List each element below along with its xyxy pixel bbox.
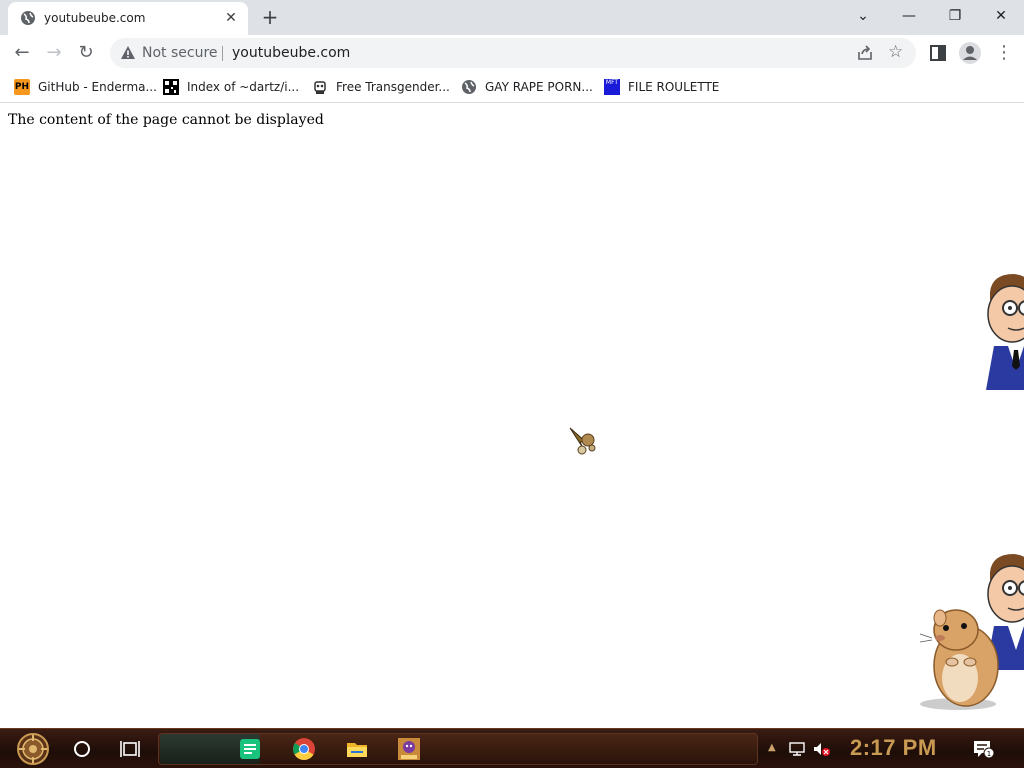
bookmark-label: Index of ~dartz/i...	[187, 80, 300, 94]
bookmark-item[interactable]: GAY RAPE PORN...	[461, 77, 593, 97]
browser-toolbar: ← → ↻ Not secure youtubeube.com ☆ ⋮	[0, 35, 1024, 71]
globe-icon	[462, 80, 476, 94]
ph-icon: PH	[14, 79, 30, 95]
restore-button[interactable]: ❐	[932, 0, 978, 32]
globe-icon	[21, 11, 35, 25]
share-icon[interactable]	[856, 44, 874, 62]
windows-taskbar: ▲ 2:17 PM 1	[0, 728, 1024, 768]
bookmark-star-icon[interactable]: ☆	[888, 42, 903, 62]
forward-button[interactable]: →	[40, 39, 68, 67]
animated-cursor-icon	[569, 427, 596, 455]
bookmark-label: FILE ROULETTE	[628, 80, 720, 94]
active-tab[interactable]: youtubeube.com ✕	[8, 2, 248, 35]
file-explorer-icon[interactable]	[345, 737, 369, 761]
cortana-search-icon[interactable]	[74, 741, 90, 757]
tab-strip: youtubeube.com ✕ + ⌄ — ❐ ✕	[0, 0, 1024, 35]
notification-count: 1	[987, 750, 991, 758]
bookmark-item[interactable]: PH GitHub - Enderma...	[14, 77, 157, 97]
chrome-icon[interactable]	[292, 737, 316, 761]
omnibox-divider	[222, 46, 223, 61]
bonzi-app-icon[interactable]	[397, 737, 421, 761]
error-message: The content of the page cannot be displa…	[8, 112, 324, 128]
mft-icon: MFT	[604, 79, 620, 95]
network-icon[interactable]	[788, 741, 806, 757]
close-window-button[interactable]: ✕	[978, 0, 1024, 32]
bookmark-label: Free Transgender...	[336, 80, 450, 94]
back-button[interactable]: ←	[8, 39, 36, 67]
minimize-button[interactable]: —	[886, 0, 932, 32]
bookmark-item[interactable]: MFT FILE ROULETTE	[604, 77, 719, 97]
hamster-sprite	[919, 609, 999, 710]
side-panel-icon[interactable]	[926, 41, 950, 65]
new-tab-button[interactable]: +	[259, 6, 281, 28]
reload-button[interactable]: ↻	[72, 39, 100, 67]
volume-muted-icon[interactable]	[812, 741, 830, 757]
start-button-icon[interactable]	[10, 732, 56, 766]
qr-icon	[163, 79, 179, 95]
task-view-icon[interactable]	[120, 739, 142, 759]
bookmark-label: GitHub - Enderma...	[38, 80, 157, 94]
page-content: The content of the page cannot be displa…	[0, 104, 1024, 728]
cartoon-man-sprite	[986, 274, 1024, 390]
chrome-menu-icon[interactable]: ⋮	[992, 41, 1016, 65]
robot-icon	[314, 81, 326, 94]
bookmark-item[interactable]: Free Transgender...	[312, 77, 450, 97]
profile-avatar-icon[interactable]	[958, 41, 982, 65]
tab-title: youtubeube.com	[44, 11, 146, 25]
tray-expand-icon[interactable]: ▲	[768, 742, 778, 756]
tab-search-button[interactable]: ⌄	[840, 0, 886, 32]
close-tab-icon[interactable]: ✕	[222, 9, 240, 27]
action-center-icon[interactable]: 1	[972, 739, 994, 759]
bookmark-label: GAY RAPE PORN...	[485, 80, 593, 94]
sticky-notes-icon[interactable]	[238, 737, 262, 761]
security-status[interactable]: Not secure	[142, 45, 218, 61]
taskbar-clock[interactable]: 2:17 PM	[850, 735, 937, 761]
bookmarks-bar: PH GitHub - Enderma... Index of ~dartz/i…	[0, 71, 1024, 103]
address-bar[interactable]: Not secure youtubeube.com ☆	[110, 38, 916, 68]
warning-icon[interactable]	[120, 45, 136, 61]
url-text[interactable]: youtubeube.com	[232, 45, 350, 61]
bookmark-item[interactable]: Index of ~dartz/i...	[163, 77, 299, 97]
